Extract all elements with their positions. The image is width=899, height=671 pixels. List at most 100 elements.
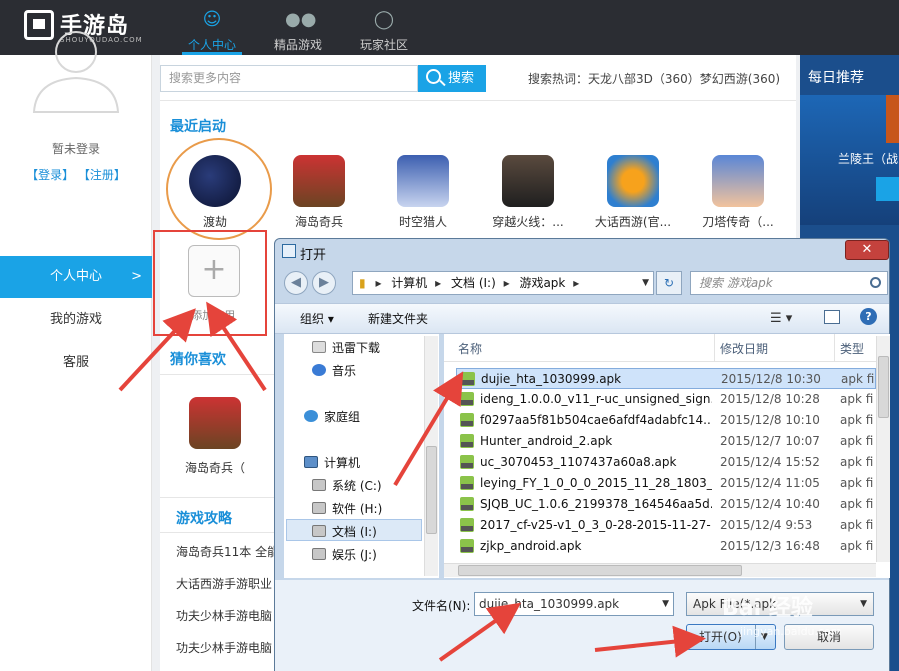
- file-type: apk fi: [840, 497, 874, 511]
- game-icon-boom-beach: [189, 397, 241, 449]
- forward-arrow-icon[interactable]: ▶: [312, 271, 336, 295]
- file-row[interactable]: f0297aa5f81b504cae6afdf4adabfc14... 2015…: [456, 410, 876, 431]
- scrollbar-thumb[interactable]: [878, 356, 889, 418]
- file-name: ideng_1.0.0.0_v11_r-uc_unsigned_sign...: [480, 392, 712, 406]
- game-tile[interactable]: 大话西游(官...: [594, 155, 672, 230]
- view-options-icon[interactable]: ☰ ▾: [770, 311, 792, 326]
- file-row[interactable]: zjkp_android.apk 2015/12/3 16:48 apk fi: [456, 536, 876, 557]
- guide-link[interactable]: 海岛奇兵11本 全能: [176, 543, 279, 560]
- chevron-right-icon: >: [131, 269, 142, 284]
- file-name: leying_FY_1_0_0_0_2015_11_28_1803_L...: [480, 476, 712, 490]
- nav-node-computer[interactable]: 计算机: [304, 454, 360, 471]
- file-row[interactable]: leying_FY_1_0_0_0_2015_11_28_1803_L... 2…: [456, 473, 876, 494]
- scrollbar-thumb[interactable]: [458, 565, 742, 576]
- breadcrumb-item[interactable]: 游戏apk: [519, 276, 565, 290]
- back-arrow-icon[interactable]: ◀: [284, 271, 308, 295]
- filename-input[interactable]: dujie_hta_1030999.apk ▼: [474, 592, 674, 616]
- not-logged-in-text: 暂未登录: [51, 142, 100, 156]
- new-folder-button[interactable]: 新建文件夹: [368, 310, 428, 327]
- guide-link[interactable]: 功夫少林手游电脑: [176, 607, 272, 624]
- organize-button[interactable]: 组织 ▾: [300, 310, 334, 327]
- file-row[interactable]: Hunter_android_2.apk 2015/12/7 10:07 apk…: [456, 431, 876, 452]
- guide-link[interactable]: 功夫少林手游电脑: [176, 639, 272, 656]
- search-button[interactable]: 搜索: [418, 65, 486, 92]
- file-row[interactable]: uc_3070453_1107437a60a8.apk 2015/12/4 15…: [456, 452, 876, 473]
- open-button-label: 打开(O): [699, 630, 742, 644]
- address-bar[interactable]: ▮ ▸ 计算机 ▸ 文档 (I:) ▸ 游戏apk ▸ ▼: [352, 271, 654, 295]
- folder-icon: [312, 341, 326, 353]
- nav-node-label: 家庭组: [324, 410, 361, 424]
- horizontal-scrollbar[interactable]: [444, 563, 876, 577]
- sidebar-item-personal-center[interactable]: 个人中心 >: [0, 256, 152, 298]
- chevron-down-icon[interactable]: ▼: [642, 272, 649, 294]
- column-separator[interactable]: [714, 334, 715, 362]
- game-tile[interactable]: 穿越火线：...: [489, 155, 567, 230]
- file-row[interactable]: 2017_cf-v25-v1_0_3_0-28-2015-11-27-... 2…: [456, 515, 876, 536]
- drive-icon: [312, 479, 326, 491]
- file-name: dujie_hta_1030999.apk: [481, 372, 622, 386]
- guide-link[interactable]: 大话西游手游职业: [176, 575, 272, 592]
- game-icon-westward: [607, 155, 659, 207]
- breadcrumb-item[interactable]: 文档 (I:): [451, 276, 496, 290]
- divider: [160, 100, 796, 101]
- nav-node-homegroup[interactable]: 家庭组: [304, 408, 360, 425]
- nav-node-label: 迅雷下载: [332, 341, 381, 355]
- game-icon-time-hunter: [397, 155, 449, 207]
- vertical-scrollbar[interactable]: [876, 336, 890, 562]
- refresh-icon[interactable]: ↻: [656, 271, 682, 295]
- sidebar-item-support[interactable]: 客服: [0, 342, 152, 384]
- tab-personal-center[interactable]: ☺ 个人中心: [174, 0, 250, 55]
- homegroup-icon: [304, 410, 318, 422]
- file-row[interactable]: dujie_hta_1030999.apk 2015/12/8 10:30 ap…: [456, 368, 876, 389]
- person-icon: ☺: [202, 9, 222, 30]
- apk-file-icon: [461, 372, 475, 386]
- game-tile[interactable]: 刀塔传奇（...: [699, 155, 777, 230]
- file-date: 2015/12/8 10:28: [720, 392, 820, 406]
- game-tile[interactable]: 时空猎人: [384, 155, 462, 230]
- chevron-down-icon[interactable]: ▼: [662, 593, 669, 615]
- nav-node-drive-j[interactable]: 娱乐 (J:): [312, 546, 377, 563]
- column-header-date[interactable]: 修改日期: [720, 340, 768, 357]
- sidebar-item-label: 我的游戏: [49, 312, 102, 327]
- file-date: 2015/12/7 10:07: [720, 434, 820, 448]
- nav-node-xunlei-downloads[interactable]: 迅雷下载: [312, 339, 380, 356]
- tab-label: 玩家社区: [359, 38, 408, 52]
- login-link[interactable]: 【登录】: [26, 168, 74, 182]
- nav-node-drive-i[interactable]: 文档 (I:): [312, 523, 377, 540]
- nav-node-drive-h[interactable]: 软件 (H:): [312, 500, 382, 517]
- dialog-search-placeholder: 搜索 游戏apk: [699, 276, 773, 290]
- help-icon[interactable]: ?: [860, 308, 877, 325]
- avatar-placeholder-icon[interactable]: [30, 22, 122, 114]
- file-date: 2015/12/3 16:48: [720, 539, 820, 553]
- daily-recommend-button[interactable]: [876, 177, 899, 201]
- search-input[interactable]: 搜索更多内容: [160, 65, 418, 92]
- column-separator[interactable]: [834, 334, 835, 362]
- file-type: apk fi: [841, 372, 875, 386]
- dialog-close-button[interactable]: ✕: [845, 240, 889, 260]
- file-type: apk fi: [840, 455, 874, 469]
- game-tile[interactable]: 海岛奇兵: [280, 155, 358, 230]
- tab-label: 精品游戏: [273, 38, 322, 52]
- login-register-row: 【登录】 【注册】: [0, 166, 152, 183]
- file-row[interactable]: SJQB_UC_1.0.6_2199378_164546aa5d... 2015…: [456, 494, 876, 515]
- divider: [160, 497, 280, 498]
- file-date: 2015/12/4 15:52: [720, 455, 820, 469]
- game-icon-dota-legend: [712, 155, 764, 207]
- preview-pane-icon[interactable]: [824, 310, 840, 324]
- tab-community[interactable]: ◯ 玩家社区: [346, 0, 422, 55]
- game-tile[interactable]: 海岛奇兵（: [176, 397, 254, 476]
- nav-pane-scrollbar[interactable]: [424, 336, 438, 576]
- nav-node-music[interactable]: 音乐: [312, 362, 356, 379]
- scrollbar-thumb[interactable]: [426, 446, 437, 534]
- register-link[interactable]: 【注册】: [78, 168, 126, 182]
- file-name: f0297aa5f81b504cae6afdf4adabfc14...: [480, 413, 712, 427]
- column-header-name[interactable]: 名称: [458, 340, 482, 357]
- file-row[interactable]: ideng_1.0.0.0_v11_r-uc_unsigned_sign... …: [456, 389, 876, 410]
- tab-featured-games[interactable]: ●● 精品游戏: [260, 0, 336, 55]
- column-header-type[interactable]: 类型: [840, 340, 864, 357]
- breadcrumb-item[interactable]: 计算机: [391, 276, 427, 290]
- dialog-search-input[interactable]: 搜索 游戏apk: [690, 271, 888, 295]
- nav-node-drive-c[interactable]: 系统 (C:): [312, 477, 382, 494]
- sidebar-item-my-games[interactable]: 我的游戏: [0, 299, 152, 341]
- file-date: 2015/12/4 11:05: [720, 476, 820, 490]
